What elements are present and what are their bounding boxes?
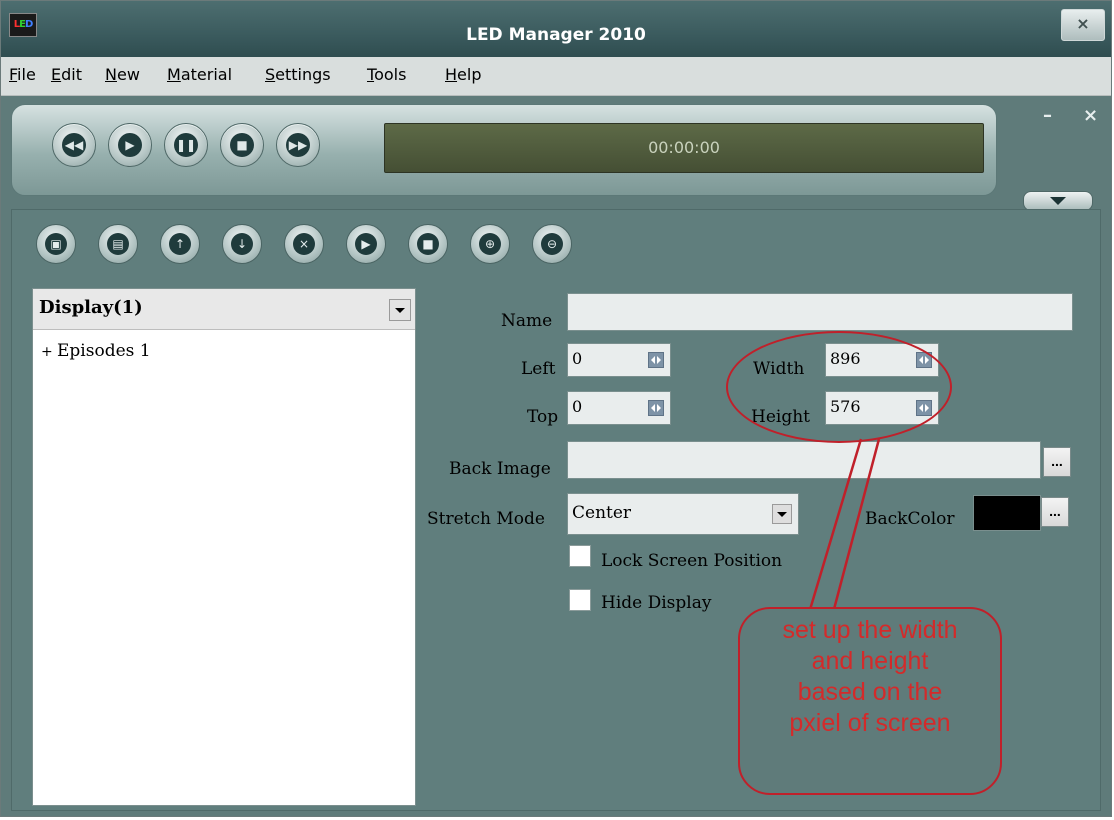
back-image-label: Back Image [449,459,551,479]
new-display-icon: ▣ [45,233,67,255]
top-spin-icon[interactable] [648,400,664,416]
tree-item-episodes[interactable]: + Episodes 1 [41,341,151,361]
annotation-line-3: based on the [797,678,943,706]
stop-icon: ■ [230,133,254,157]
backcolor-label: BackColor [865,509,955,529]
play-button[interactable]: ▶ [108,123,152,167]
arrow-down-icon: ↓ [231,233,253,255]
panel-dropdown-button[interactable] [1023,191,1093,211]
menu-help[interactable]: Help [445,65,481,84]
backcolor-browse-button[interactable]: ... [1041,497,1069,527]
lock-screen-position-checkbox[interactable] [569,545,591,567]
zoom-out-button[interactable]: ⊖ [532,224,572,264]
preview-stop-button[interactable]: ■ [408,224,448,264]
time-display: 00:00:00 [384,123,984,173]
new-program-button[interactable]: ▤ [98,224,138,264]
pause-button[interactable]: ❚❚ [164,123,208,167]
hide-display-label: Hide Display [601,593,712,613]
menu-edit[interactable]: Edit [51,65,82,84]
film-icon: ▤ [107,233,129,255]
annotation-callout: set up the width and height based on the… [738,607,1002,795]
stretch-mode-select[interactable]: Center [567,493,799,535]
transport-bar: ◀◀ ▶ ❚❚ ■ ▶▶ 00:00:00 [11,104,997,196]
left-value: 0 [572,349,583,368]
left-label: Left [521,359,556,379]
name-input[interactable] [567,293,1073,331]
annotation-line-2: and height [811,647,929,675]
top-label: Top [527,407,559,427]
menu-material[interactable]: Material [167,65,232,84]
menu-settings[interactable]: Settings [265,65,331,84]
tree-item-label: Episodes 1 [57,341,151,361]
backcolor-swatch[interactable] [973,495,1041,531]
display-selector[interactable]: Display(1) [33,289,415,330]
stop-icon: ■ [417,233,439,255]
menu-file[interactable]: File [9,65,36,84]
window-close-button[interactable]: × [1061,9,1105,41]
hide-display-checkbox[interactable] [569,589,591,611]
annotation-highlight-ellipse [726,331,952,443]
display-tree-panel: Display(1) + Episodes 1 [32,288,416,806]
preview-play-button[interactable]: ▶ [346,224,386,264]
rewind-button[interactable]: ◀◀ [52,123,96,167]
zoom-in-button[interactable]: ⊕ [470,224,510,264]
chevron-down-icon[interactable] [389,299,411,321]
play-icon: ▶ [355,233,377,255]
back-image-browse-button[interactable]: ... [1043,447,1071,477]
back-image-input[interactable] [567,441,1041,479]
rewind-icon: ◀◀ [62,133,86,157]
top-input[interactable]: 0 [567,391,671,425]
panel-close-button[interactable]: × [1083,105,1098,126]
stretch-mode-value: Center [572,503,632,523]
menu-bar: File Edit New Material Settings Tools He… [1,57,1111,96]
move-up-button[interactable]: ↑ [160,224,200,264]
fast-forward-icon: ▶▶ [286,133,310,157]
fast-forward-button[interactable]: ▶▶ [276,123,320,167]
menu-tools[interactable]: Tools [367,65,406,84]
chevron-down-icon[interactable] [772,504,792,524]
left-spin-icon[interactable] [648,352,664,368]
delete-button[interactable]: × [284,224,324,264]
lock-screen-position-label: Lock Screen Position [601,551,783,571]
new-display-button[interactable]: ▣ [36,224,76,264]
top-value: 0 [572,397,583,416]
menu-new[interactable]: New [105,65,140,84]
name-label: Name [501,311,553,331]
left-input[interactable]: 0 [567,343,671,377]
zoom-out-icon: ⊖ [541,233,563,255]
window-title: LED Manager 2010 [466,25,646,45]
play-icon: ▶ [118,133,142,157]
expand-icon[interactable]: + [41,344,53,360]
title-bar[interactable]: LED LED Manager 2010 × [1,1,1111,57]
stretch-mode-label: Stretch Mode [427,509,545,529]
zoom-in-icon: ⊕ [479,233,501,255]
move-down-button[interactable]: ↓ [222,224,262,264]
app-window: LED LED Manager 2010 × File Edit New Mat… [0,0,1112,817]
stop-button[interactable]: ■ [220,123,264,167]
pause-icon: ❚❚ [174,133,198,157]
panel-minimize-button[interactable]: – [1043,105,1052,126]
annotation-line-4: pxiel of screen [789,709,951,737]
arrow-up-icon: ↑ [169,233,191,255]
annotation-line-1: set up the width [782,616,958,644]
delete-icon: × [293,233,315,255]
display-selector-value: Display(1) [39,297,143,318]
